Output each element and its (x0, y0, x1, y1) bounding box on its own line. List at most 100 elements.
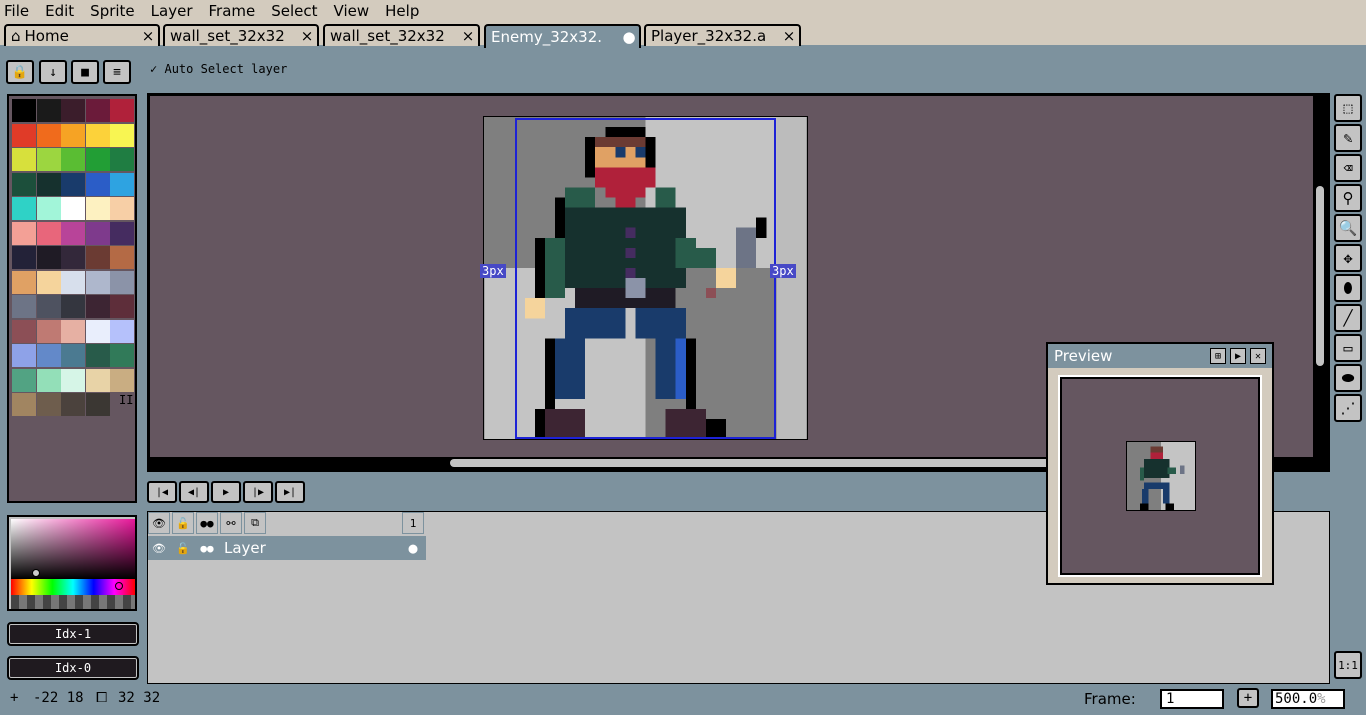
layer-lock-icon[interactable]: 🔓 (172, 537, 194, 559)
palette-swatch[interactable] (36, 99, 61, 122)
frame-add-button[interactable]: + (1237, 688, 1259, 708)
palette-swatch[interactable] (110, 344, 134, 367)
blob-tool-button[interactable]: ⬬ (1334, 364, 1362, 392)
tab-wall-set-1[interactable]: wall_set_32x32 × (163, 24, 319, 46)
palette-swatch[interactable] (61, 270, 85, 294)
eye-icon[interactable]: 👁 (148, 512, 170, 534)
palette-swatch[interactable] (61, 123, 85, 147)
alpha-slider[interactable] (11, 595, 135, 609)
lock-button[interactable]: 🔒 (6, 60, 34, 84)
palette-swatch[interactable] (110, 148, 134, 171)
palette-swatch[interactable] (85, 393, 110, 416)
tab-wall-set-2[interactable]: wall_set_32x32 × (323, 24, 480, 46)
next-frame-button[interactable]: |▶ (243, 481, 273, 503)
menu-edit[interactable]: Edit (45, 2, 74, 20)
palette-swatch[interactable] (61, 393, 85, 416)
palette-swatch[interactable] (85, 99, 110, 122)
palette-swatch[interactable] (12, 99, 36, 122)
palette-swatch[interactable] (61, 319, 85, 343)
background-color-index[interactable]: Idx-0 (7, 656, 139, 680)
close-icon[interactable]: × (141, 27, 155, 45)
palette-swatch[interactable] (85, 319, 110, 343)
palette-swatch[interactable] (61, 246, 85, 269)
spray-tool-button[interactable]: ⋰ (1334, 394, 1362, 422)
palette-swatch[interactable] (12, 393, 36, 416)
move-down-button[interactable]: ↓ (39, 60, 67, 84)
palette-swatch[interactable] (12, 295, 36, 318)
palette-swatch[interactable] (85, 148, 110, 171)
palette-swatch[interactable] (12, 172, 36, 196)
frame-input[interactable]: 1 (1160, 689, 1224, 709)
palette-swatch[interactable] (110, 99, 134, 122)
palette-swatch[interactable] (110, 123, 134, 147)
vertical-scroll-thumb[interactable] (1316, 186, 1324, 366)
palette-swatch[interactable] (36, 148, 61, 171)
palette-swatch[interactable] (12, 197, 36, 220)
selection-bounds[interactable] (515, 118, 776, 439)
rectangle-tool-button[interactable]: ▭ (1334, 334, 1362, 362)
palette-swatch[interactable] (36, 344, 61, 367)
saturation-value-picker[interactable] (11, 519, 135, 579)
prev-frame-button[interactable]: ◀| (179, 481, 209, 503)
preview-play-button[interactable]: ▶ (1230, 348, 1246, 364)
layer-continuous-icon[interactable]: ●● (196, 537, 218, 559)
palette-swatch[interactable] (12, 123, 36, 147)
palette-swatch[interactable] (85, 172, 110, 196)
frame-header[interactable]: 1 (402, 512, 424, 534)
palette-swatch[interactable] (61, 197, 85, 220)
palette-swatch[interactable] (85, 368, 110, 392)
palette-swatch[interactable] (110, 270, 134, 294)
pencil-tool-button[interactable]: ✎ (1334, 124, 1362, 152)
eraser-tool-button[interactable]: ⌫ (1334, 154, 1362, 182)
close-icon[interactable]: × (461, 27, 475, 45)
preview-window[interactable]: Preview ⊞ ▶ ✕ (1046, 342, 1274, 585)
layer-row[interactable]: 👁 🔓 ●● Layer ● (148, 536, 426, 560)
palette-swatch[interactable] (36, 319, 61, 343)
palette-swatch[interactable] (36, 246, 61, 269)
palette-swatch[interactable] (85, 270, 110, 294)
zoom-tool-button[interactable]: 🔍 (1334, 214, 1362, 242)
palette-swatch[interactable] (110, 172, 134, 196)
palette-swatch[interactable] (61, 344, 85, 367)
palette-swatch[interactable] (85, 197, 110, 220)
square-button[interactable]: ■ (71, 60, 99, 84)
palette-swatch[interactable] (12, 246, 36, 269)
palette-swatch[interactable] (36, 368, 61, 392)
palette-swatch[interactable] (36, 172, 61, 196)
palette-swatch[interactable] (85, 295, 110, 318)
tab-home[interactable]: ⌂ Home × (4, 24, 160, 46)
continuous-icon[interactable]: ●● (196, 512, 218, 534)
vertical-scrollbar[interactable] (1313, 96, 1327, 469)
pixel-ratio-button[interactable]: 1:1 (1334, 651, 1362, 679)
menu-help[interactable]: Help (385, 2, 419, 20)
palette-swatch[interactable] (12, 319, 36, 343)
first-frame-button[interactable]: |◀ (147, 481, 177, 503)
palette-swatch[interactable] (36, 393, 61, 416)
palette-swatch[interactable] (36, 270, 61, 294)
foreground-color-index[interactable]: Idx-1 (7, 622, 139, 646)
play-button[interactable]: ▶ (211, 481, 241, 503)
preview-fit-button[interactable]: ⊞ (1210, 348, 1226, 364)
palette-swatch[interactable] (12, 344, 36, 367)
palette-swatch[interactable] (85, 344, 110, 367)
auto-select-layer-checkbox[interactable]: ✓ Auto Select layer (150, 62, 287, 76)
close-icon[interactable]: × (300, 27, 314, 45)
palette-swatch[interactable] (12, 270, 36, 294)
palette-swatch[interactable] (110, 368, 134, 392)
palette-swatch[interactable] (110, 295, 134, 318)
hue-slider[interactable] (11, 579, 135, 595)
palette-swatch[interactable] (36, 197, 61, 220)
menu-frame[interactable]: Frame (209, 2, 256, 20)
tab-enemy[interactable]: Enemy_32x32. ● (484, 24, 641, 48)
fill-tool-button[interactable]: ⬮ (1334, 274, 1362, 302)
layer-visible-icon[interactable]: 👁 (148, 537, 170, 559)
marquee-tool-button[interactable]: ⬚ (1334, 94, 1362, 122)
palette-swatch[interactable] (85, 123, 110, 147)
palette-swatch[interactable] (110, 197, 134, 220)
eyedropper-tool-button[interactable]: ⚲ (1334, 184, 1362, 212)
palette-swatch[interactable] (110, 221, 134, 245)
options-button[interactable]: ≡ (103, 60, 131, 84)
layer-name[interactable]: Layer (224, 539, 266, 557)
menu-layer[interactable]: Layer (151, 2, 193, 20)
padlock-icon[interactable]: 🔓 (172, 512, 194, 534)
